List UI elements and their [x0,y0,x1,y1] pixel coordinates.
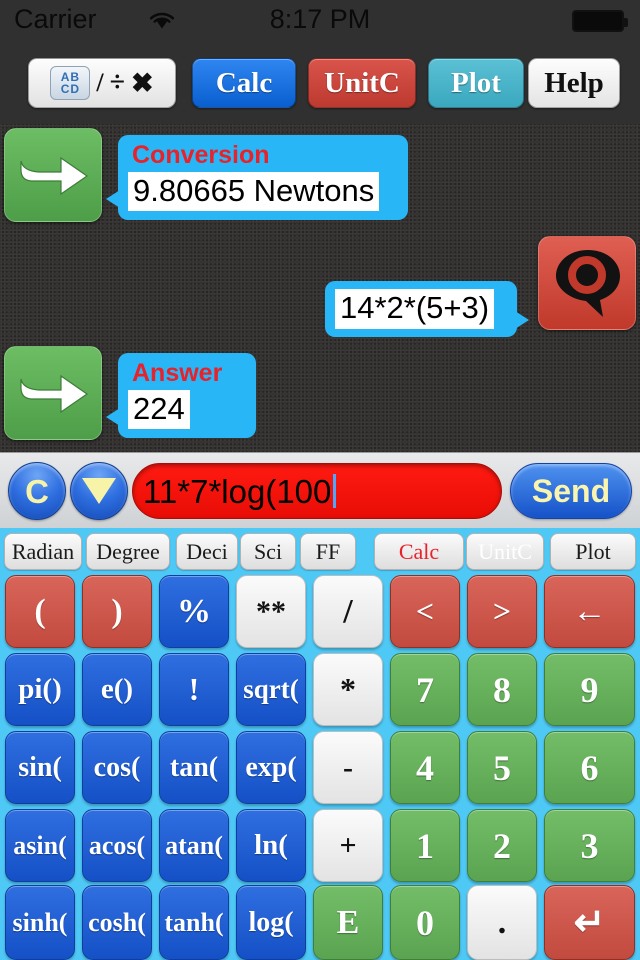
key-9-r1c7[interactable]: 9 [544,653,635,726]
calc-button[interactable]: Calc [192,58,296,108]
key-log-r4c3[interactable]: log( [236,885,306,960]
user-avatar-question [538,236,636,330]
key-sym-r1c4[interactable]: * [313,653,383,726]
mode-button-sci[interactable]: Sci [240,533,296,570]
send-button[interactable]: Send [510,463,632,519]
help-button[interactable]: Help [528,58,620,108]
expression-input-value: 11*7*log(100 [143,472,332,510]
chevron-down-icon [82,478,116,504]
bubble-title: Conversion [132,141,270,169]
calculator-keypad: Radian Degree Deci Sci FF Calc UnitC Plot ()% **… [0,528,640,960]
key-2-r3c6[interactable]: 2 [467,809,537,882]
bot-avatar-conversion [4,128,102,222]
key-sinh-r4c0[interactable]: sinh( [5,885,75,960]
abcd-keyboard-icon: AB CD [50,66,91,100]
key-sym-r0c7[interactable]: ← [544,575,635,648]
key-sym-r0c1[interactable]: ) [82,575,152,648]
key-sym-r0c2[interactable]: % [159,575,229,648]
bubble-value: 224 [128,389,190,430]
expression-input[interactable]: 11*7*log(100 [132,463,502,519]
key-sym-r0c5[interactable]: < [390,575,460,648]
key-sym-r0c4[interactable]: / [313,575,383,648]
chat-bubble-user-input: 14*2*(5+3) [325,281,529,337]
key-sin-r2c0[interactable]: sin( [5,731,75,804]
key-exp-r2c3[interactable]: exp( [236,731,306,804]
key-sym-r2c4[interactable]: - [313,731,383,804]
input-bar: C 11*7*log(100 Send [0,452,640,528]
key-6-r2c7[interactable]: 6 [544,731,635,804]
multiply-icon: ✖ [130,67,154,98]
plot-button[interactable]: Plot [428,58,524,108]
clock-label: 8:17 PM [269,4,371,34]
key-atan-r3c2[interactable]: atan( [159,809,229,882]
mode-button-deci[interactable]: Deci [176,533,238,570]
key-sym-r0c6[interactable]: > [467,575,537,648]
mode-button-bar: Radian Degree Deci Sci FF Calc UnitC Plot [0,528,640,575]
bubble-value: 14*2*(5+3) [335,289,495,329]
battery-full-icon [572,10,628,32]
keyboard-mode-toggle-button[interactable]: AB CD / ÷ ✖ [28,58,176,108]
unitc-button[interactable]: UnitC [308,58,416,108]
mode-button-degree[interactable]: Degree [86,533,170,570]
key-4-r2c5[interactable]: 4 [390,731,460,804]
key-cosh-r4c1[interactable]: cosh( [82,885,152,960]
key-sym-r0c0[interactable]: ( [5,575,75,648]
abcd-bottom-text: CD [60,82,81,96]
green-arrow-icon [20,374,89,414]
chat-bubble-answer: Answer 224 [106,353,256,439]
key-ln-r3c3[interactable]: ln( [236,809,306,882]
key-sym-r1c2[interactable]: ! [159,653,229,726]
app-root: Carrier 8:17 PM AB CD / ÷ ✖ Calc UnitC P… [0,0,640,960]
key-3-r3c7[interactable]: 3 [544,809,635,882]
key-sym-r0c3[interactable]: ** [236,575,306,648]
key-cos-r2c1[interactable]: cos( [82,731,152,804]
divide-icon: ÷ [109,67,125,98]
key-sym-r3c4[interactable]: + [313,809,383,882]
key-0-r4c5[interactable]: 0 [390,885,460,960]
key-asin-r3c0[interactable]: asin( [5,809,75,882]
key-acos-r3c1[interactable]: acos( [82,809,152,882]
key-e-r4c4[interactable]: E [313,885,383,960]
red-question-bubble-icon [556,250,620,317]
clear-button[interactable]: C [8,462,66,520]
mode-button-calc[interactable]: Calc [374,533,464,570]
bot-avatar-answer [4,346,102,440]
top-toolbar: AB CD / ÷ ✖ Calc UnitC Plot Help [0,40,640,124]
key-5-r2c6[interactable]: 5 [467,731,537,804]
mode-button-unitc[interactable]: UnitC [466,533,544,570]
mode-button-radian[interactable]: Radian [4,533,82,570]
green-arrow-icon [20,156,89,196]
key-8-r1c6[interactable]: 8 [467,653,537,726]
key-sqrt-r1c3[interactable]: sqrt( [236,653,306,726]
key-pi-r1c0[interactable]: pi() [5,653,75,726]
key-sym-r4c7[interactable]: ↵ [544,885,635,960]
bubble-title: Answer [132,359,223,387]
mode-button-plot[interactable]: Plot [550,533,636,570]
key-e-r1c1[interactable]: e() [82,653,152,726]
key-1-r3c5[interactable]: 1 [390,809,460,882]
text-cursor [333,474,337,508]
status-bar: Carrier 8:17 PM [0,0,640,40]
bubble-value: 9.80665 Newtons [128,171,380,212]
key-sym-r4c6[interactable]: . [467,885,537,960]
chat-transcript[interactable]: Conversion 9.80665 Newtons 14*2*(5+3) An… [0,124,640,452]
clear-button-label: C [25,472,49,510]
chat-bubble-conversion: Conversion 9.80665 Newtons [106,135,408,221]
key-tanh-r4c2[interactable]: tanh( [159,885,229,960]
key-tan-r2c2[interactable]: tan( [159,731,229,804]
key-7-r1c5[interactable]: 7 [390,653,460,726]
history-dropdown-button[interactable] [70,462,128,520]
mode-button-ff[interactable]: FF [300,533,356,570]
slash-text: / [96,68,104,97]
